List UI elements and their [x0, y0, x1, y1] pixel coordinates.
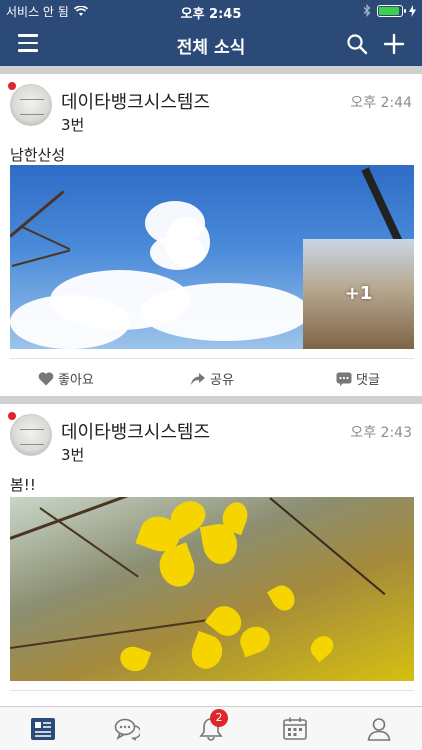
search-icon[interactable]: [346, 33, 368, 55]
feed-post[interactable]: 데이타뱅크시스템즈 3번 오후 2:44 남한산성 +1 좋아요 공유 댓글: [0, 74, 422, 396]
post-photo-main[interactable]: +1: [10, 165, 414, 349]
charging-bolt-icon: [409, 4, 416, 17]
unread-dot: [8, 82, 16, 90]
post-photo-main[interactable]: [10, 497, 414, 681]
bottom-tab-bar: 2: [0, 706, 422, 750]
post-time: 오후 2:43: [350, 425, 412, 441]
share-button[interactable]: 공유: [190, 369, 234, 388]
post-actions: 좋아요 공유 댓글: [10, 358, 414, 396]
battery-icon: [377, 4, 406, 17]
profile-icon[interactable]: [366, 716, 392, 742]
more-photos-count: +1: [344, 283, 373, 304]
top-header: 서비스 안 됨 오후 2:45 전체 소식: [0, 0, 422, 66]
author-subtitle: 3번: [61, 116, 85, 134]
author-subtitle: 3번: [61, 446, 85, 464]
plus-icon[interactable]: [383, 33, 405, 55]
share-icon: [191, 372, 205, 385]
chat-icon[interactable]: [114, 716, 140, 742]
comment-button[interactable]: 댓글: [336, 369, 380, 388]
comment-label: 댓글: [356, 373, 380, 388]
feed-icon[interactable]: [30, 716, 56, 742]
feed-post[interactable]: 데이타뱅크시스템즈 3번 오후 2:43 봄!!: [0, 404, 422, 706]
author-name[interactable]: 데이타뱅크시스템즈: [61, 418, 210, 444]
feed-separator: [0, 396, 422, 404]
avatar-image: [10, 414, 52, 456]
author-avatar[interactable]: [8, 412, 52, 456]
comment-icon: [336, 372, 352, 386]
notification-badge: 2: [210, 709, 228, 727]
nav-bar: 전체 소식: [0, 22, 422, 66]
feed-separator: [0, 66, 422, 74]
calendar-icon[interactable]: [282, 716, 308, 742]
bluetooth-icon: [363, 4, 371, 17]
share-label: 공유: [210, 373, 234, 388]
post-actions: [10, 690, 414, 706]
status-time: 오후 2:45: [180, 7, 242, 22]
like-button[interactable]: 좋아요: [38, 369, 94, 388]
post-text: 봄!!: [10, 476, 36, 494]
author-avatar[interactable]: [8, 82, 52, 126]
like-label: 좋아요: [58, 373, 94, 388]
post-photo-thumb[interactable]: +1: [303, 239, 414, 349]
status-bar: 서비스 안 됨 오후 2:45: [0, 0, 422, 22]
notifications-tab[interactable]: 2: [198, 709, 228, 742]
author-name[interactable]: 데이타뱅크시스템즈: [61, 88, 210, 114]
post-text: 남한산성: [10, 146, 66, 164]
unread-dot: [8, 412, 16, 420]
heart-icon: [38, 371, 54, 385]
avatar-image: [10, 84, 52, 126]
status-right: [363, 4, 416, 17]
post-time: 오후 2:44: [350, 95, 412, 111]
